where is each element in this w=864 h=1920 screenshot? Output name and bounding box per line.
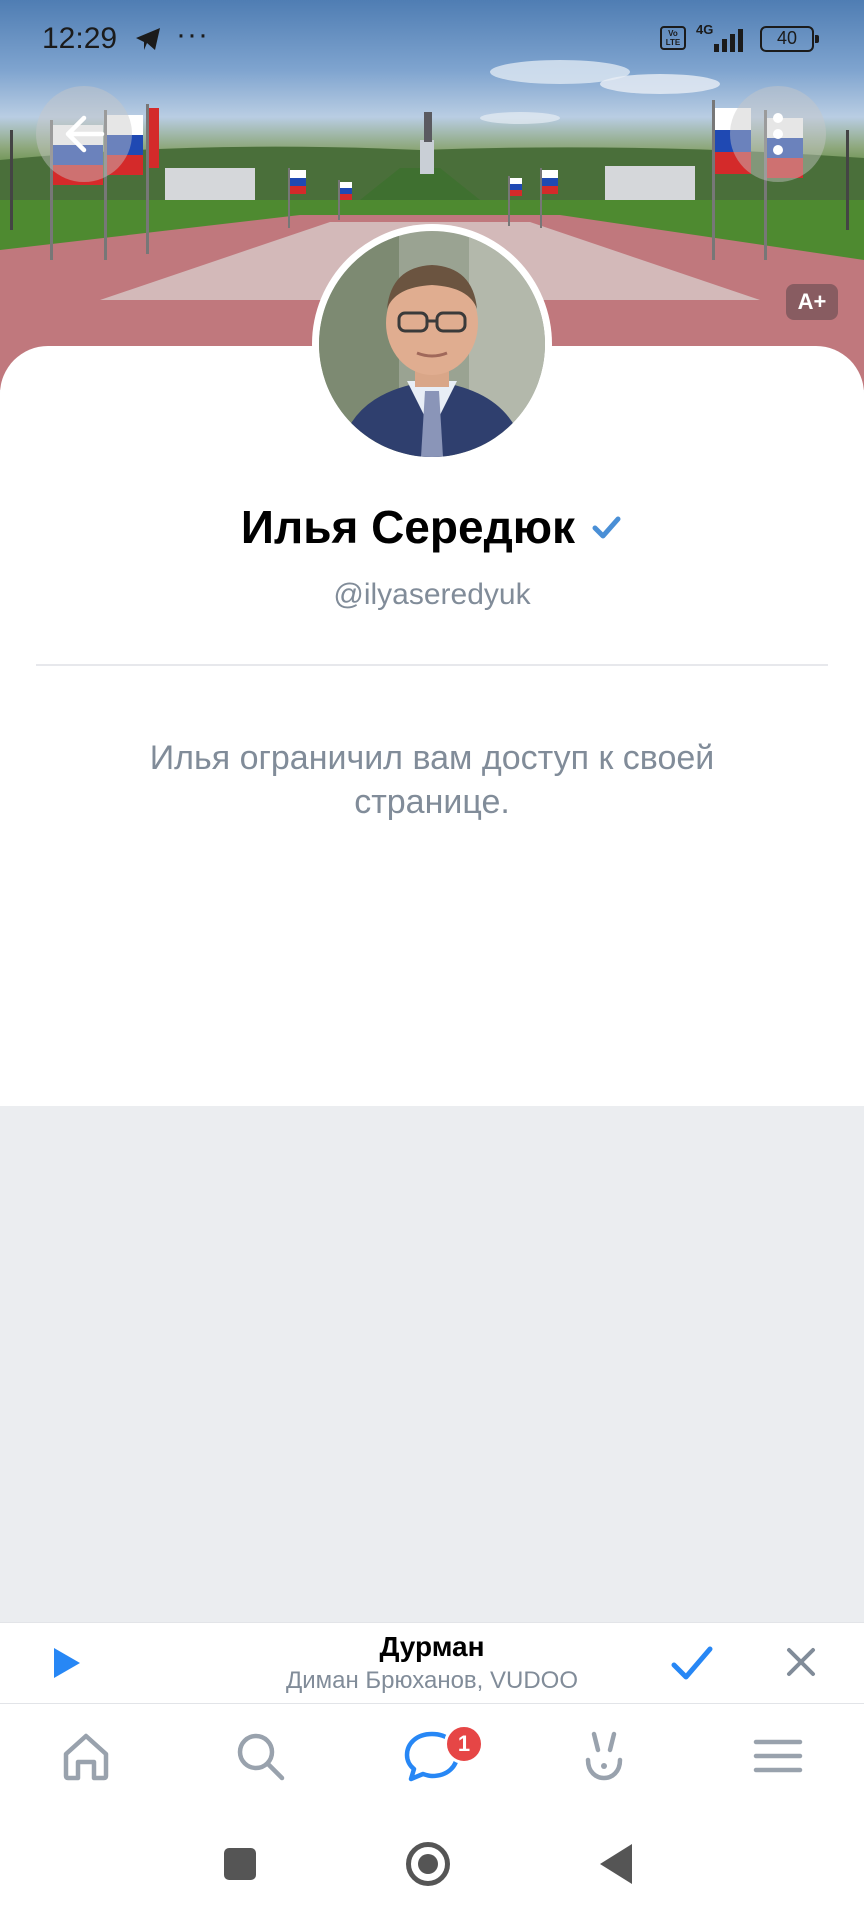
status-time: 12:29 — [42, 22, 118, 55]
bottom-tab-bar: 1 — [0, 1704, 864, 1814]
profile-name-row: Илья Середюк — [0, 500, 864, 554]
home-icon — [63, 1733, 109, 1781]
avatar[interactable] — [312, 224, 552, 464]
track-info[interactable]: Дурман Диман Брюханов, VUDOO — [200, 1631, 664, 1695]
tab-search[interactable] — [228, 1724, 292, 1788]
menu-icon — [753, 1739, 803, 1773]
close-icon — [787, 1648, 815, 1676]
added-button[interactable] — [670, 1643, 714, 1688]
more-vertical-icon — [773, 113, 783, 155]
play-icon — [54, 1648, 80, 1678]
mini-player[interactable]: Дурман Диман Брюханов, VUDOO — [0, 1622, 864, 1704]
play-button[interactable] — [50, 1645, 84, 1686]
telegram-notification-icon — [134, 26, 162, 57]
more-options-button[interactable] — [730, 86, 826, 182]
track-title: Дурман — [379, 1631, 485, 1662]
battery-icon: 40 — [760, 26, 819, 52]
verified-check-icon — [592, 516, 621, 539]
font-size-button[interactable]: A+ — [786, 284, 838, 320]
restricted-access-message: Илья ограничил вам доступ к своей страни… — [149, 739, 715, 821]
search-icon — [237, 1733, 285, 1781]
arrow-left-icon — [65, 115, 105, 153]
network-type: 4G — [696, 22, 714, 37]
check-icon — [671, 1646, 713, 1680]
system-back-button[interactable] — [600, 1844, 632, 1884]
messages-badge: 1 — [444, 1724, 484, 1764]
back-button[interactable] — [36, 86, 132, 182]
profile-username: @ilyaseredyuk — [333, 578, 531, 611]
track-artist: Диман Брюханов, VUDOO — [285, 1667, 579, 1694]
volte-indicator: Vo LTE — [660, 26, 686, 50]
tab-menu[interactable] — [746, 1724, 810, 1788]
close-player-button[interactable] — [784, 1645, 818, 1684]
profile-name: Илья Середюк — [240, 501, 576, 553]
recents-button[interactable] — [224, 1848, 256, 1880]
tab-home[interactable] — [54, 1724, 118, 1788]
divider — [36, 664, 828, 666]
signal-icon — [712, 26, 750, 57]
status-overflow: ··· — [176, 18, 209, 51]
system-navigation-bar — [0, 1814, 864, 1920]
tab-clips[interactable] — [572, 1724, 636, 1788]
home-button[interactable] — [406, 1842, 450, 1886]
clips-icon — [585, 1731, 623, 1781]
status-bar: 12:29 ··· Vo LTE 4G 40 — [0, 0, 864, 80]
